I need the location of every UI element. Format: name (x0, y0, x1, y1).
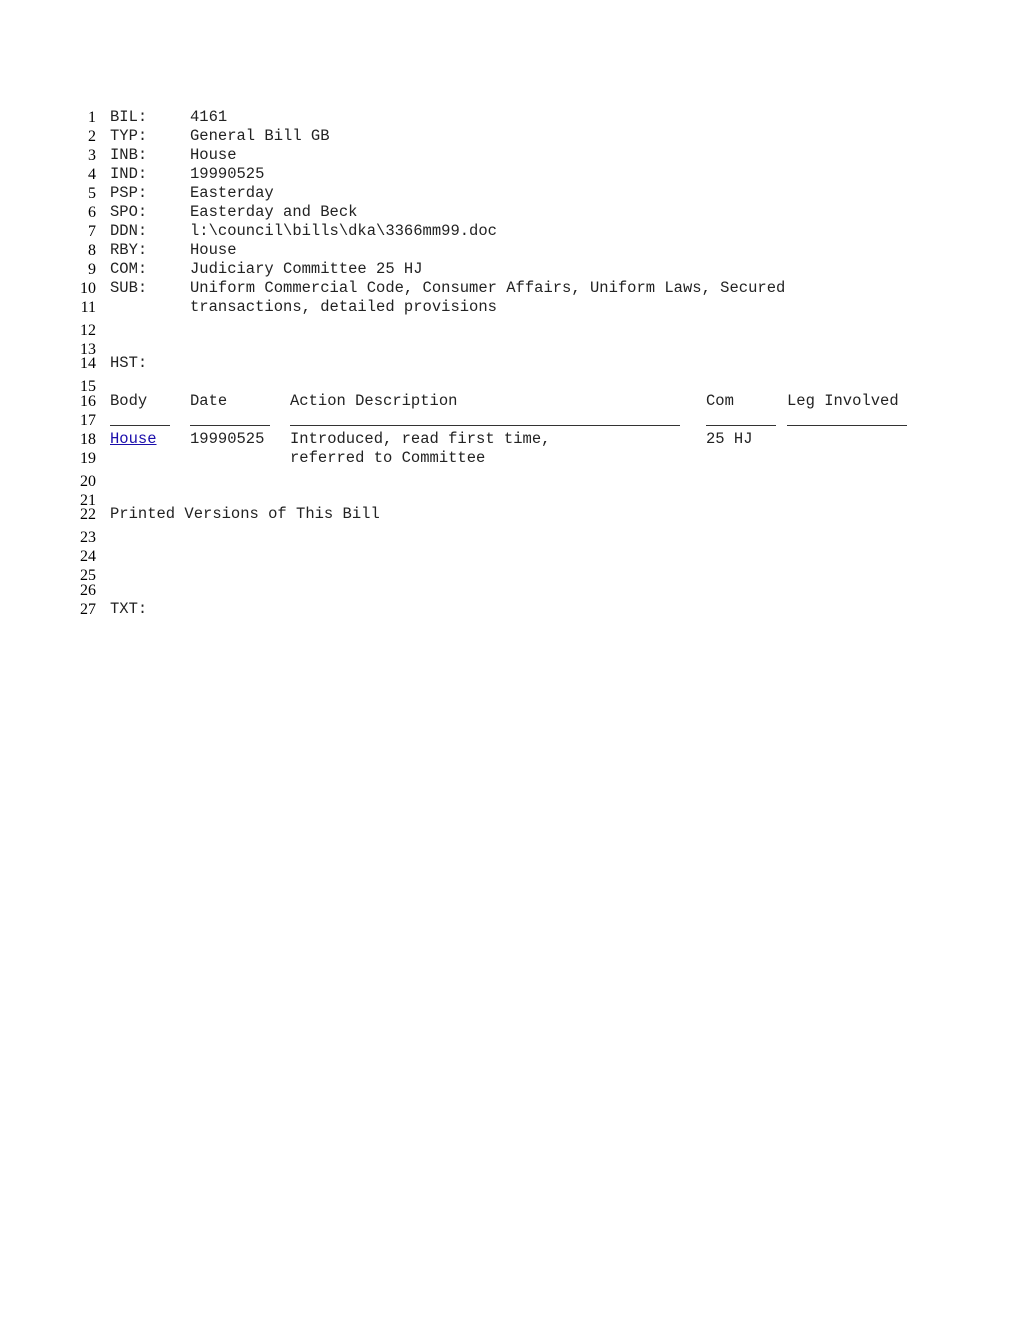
line-number: 6 (88, 204, 96, 221)
house-link[interactable]: House (110, 430, 157, 449)
column-header-body: Body (110, 392, 148, 410)
divider (110, 425, 170, 426)
field-label: BIL: (110, 108, 148, 126)
line-number: 18 (80, 431, 96, 448)
line-number: 12 (80, 322, 96, 339)
action-date: 19990525 (190, 430, 265, 448)
action-description: Introduced, read first time, (290, 430, 551, 448)
field-label: COM: (110, 260, 148, 278)
column-header-date: Date (190, 392, 228, 410)
line-number: 5 (88, 185, 96, 202)
line-number: 14 (80, 355, 96, 372)
column-header-leg: Leg Involved (787, 392, 899, 410)
sponsors: Easterday and Beck (190, 203, 358, 221)
divider (706, 425, 776, 426)
subject: Uniform Commercial Code, Consumer Affair… (190, 279, 786, 297)
action-description: referred to Committee (290, 449, 486, 467)
history-table-rule: 17 (0, 411, 1020, 430)
introduced-date: 19990525 (190, 165, 265, 183)
divider (290, 425, 680, 426)
line-number: 4 (88, 166, 96, 183)
text-section-label: TXT: (110, 600, 148, 618)
divider (190, 425, 270, 426)
line-number: 26 (80, 582, 96, 599)
line-number: 8 (88, 242, 96, 259)
line-number: 27 (80, 601, 96, 618)
committee: Judiciary Committee 25 HJ (190, 260, 423, 278)
line-number: 9 (88, 261, 96, 278)
line-number: 17 (80, 412, 96, 429)
line-number: 23 (80, 529, 96, 546)
printed-versions-heading: Printed Versions of This Bill (110, 505, 380, 523)
line-number: 3 (88, 147, 96, 164)
field-label: IND: (110, 165, 148, 183)
document-path: l:\council\bills\dka\3366mm99.doc (190, 222, 497, 240)
line-number: 11 (80, 299, 96, 316)
history-label: HST: (110, 354, 148, 372)
field-label: TYP: (110, 127, 148, 145)
introduced-body: House (190, 146, 237, 164)
line-number: 1 (88, 109, 96, 126)
line-number: 22 (80, 506, 96, 523)
field-label: RBY: (110, 241, 148, 259)
line-number: 7 (88, 223, 96, 240)
field-label: SPO: (110, 203, 148, 221)
column-header-com: Com (706, 392, 734, 410)
subject-continued: transactions, detailed provisions (190, 298, 497, 316)
bill-type: General Bill GB (190, 127, 330, 145)
line-number: 24 (80, 548, 96, 565)
field-label: INB: (110, 146, 148, 164)
bill-number: 4161 (190, 108, 228, 126)
table-row: 18 House 19990525 Introduced, read first… (0, 430, 1020, 449)
field-label: DDN: (110, 222, 148, 240)
column-header-action: Action Description (290, 392, 458, 410)
divider (787, 425, 907, 426)
line-number: 19 (80, 450, 96, 467)
primary-sponsor: Easterday (190, 184, 274, 202)
line-number: 2 (88, 128, 96, 145)
action-committee: 25 HJ (706, 430, 753, 448)
referred-by: House (190, 241, 237, 259)
table-row: 19 referred to Committee (0, 449, 1020, 468)
field-label: SUB: (110, 279, 148, 297)
line-number: 20 (80, 473, 96, 490)
field-label: PSP: (110, 184, 148, 202)
line-number: 10 (80, 280, 96, 297)
line-number: 16 (80, 393, 96, 410)
